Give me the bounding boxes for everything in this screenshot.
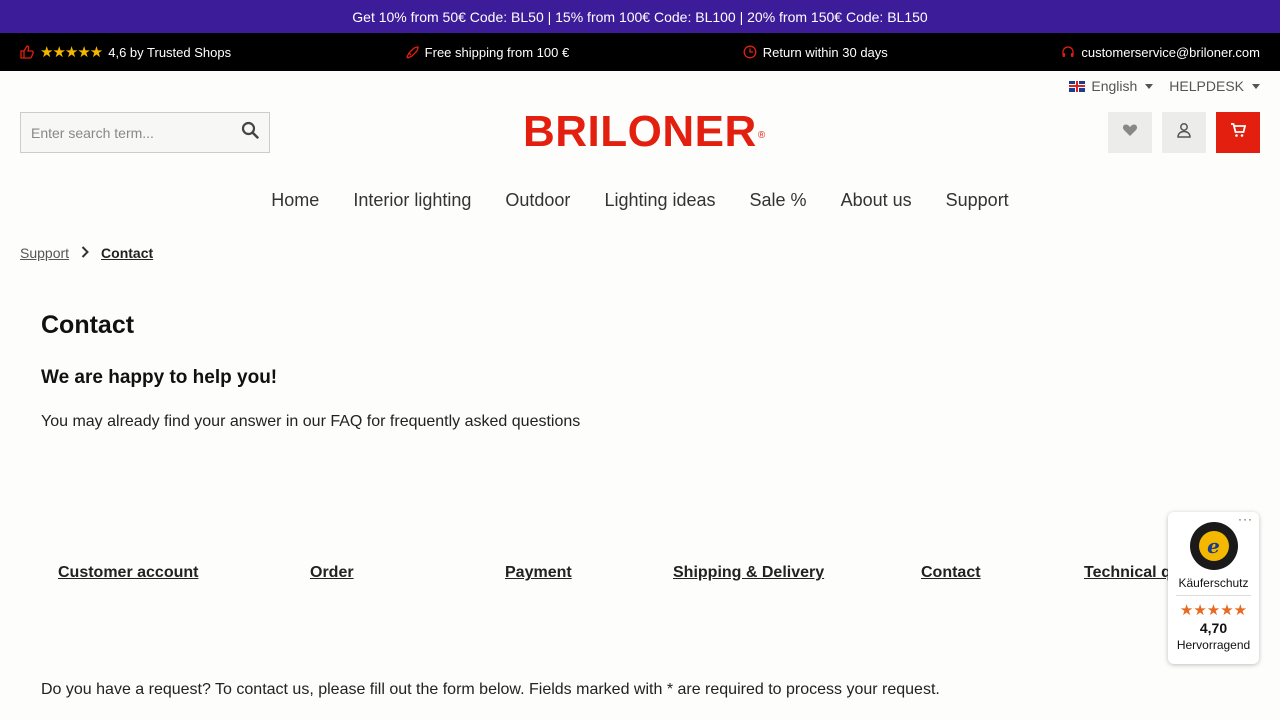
nav-item-outdoor[interactable]: Outdoor xyxy=(505,190,570,211)
faq-hint: You may already find your answer in our … xyxy=(41,413,581,430)
nav-item-interior-lighting[interactable]: Interior lighting xyxy=(353,190,471,211)
badge-stars: ★★★★★ xyxy=(1179,602,1248,619)
buyer-protection-label: Käuferschutz xyxy=(1178,576,1249,590)
trusted-shops-seal-icon: e xyxy=(1189,522,1238,570)
usp-email[interactable]: customerservice@briloner.com xyxy=(1061,45,1260,60)
breadcrumb-support-link[interactable]: Support xyxy=(20,245,69,261)
account-button[interactable] xyxy=(1162,112,1206,153)
cart-icon xyxy=(1230,122,1247,143)
search-box xyxy=(20,112,270,153)
heart-icon xyxy=(1122,123,1138,142)
usp-returns: Return within 30 days xyxy=(743,45,888,60)
rating-stars: ★★★★★ xyxy=(40,44,103,61)
usp-rating[interactable]: ★★★★★ 4,6 by Trusted Shops xyxy=(20,43,231,61)
search-input[interactable] xyxy=(31,124,241,141)
user-icon xyxy=(1176,122,1192,143)
thumbs-up-icon xyxy=(20,45,34,59)
faq-link-order[interactable]: Order xyxy=(310,564,354,582)
shipping-text: Free shipping from 100 € xyxy=(424,44,570,60)
nav-item-sale[interactable]: Sale % xyxy=(750,190,807,211)
breadcrumb-current[interactable]: Contact xyxy=(101,245,153,261)
clock-icon xyxy=(743,45,757,59)
cart-button[interactable] xyxy=(1216,112,1260,153)
brand-name: BRILONER xyxy=(523,107,757,156)
headset-icon xyxy=(1061,45,1075,59)
badge-verdict: Hervorragend xyxy=(1176,638,1251,652)
search-icon[interactable] xyxy=(241,121,259,144)
faq-link-shipping-delivery[interactable]: Shipping & Delivery xyxy=(673,564,824,582)
uk-flag-icon xyxy=(1069,80,1086,92)
email-link[interactable]: customerservice@briloner.com xyxy=(1081,45,1260,60)
form-intro: Do you have a request? To contact us, pl… xyxy=(41,681,940,698)
usp-shipping: Free shipping from 100 € xyxy=(405,44,570,60)
nav-item-support[interactable]: Support xyxy=(946,190,1009,211)
nav-item-home[interactable]: Home xyxy=(271,190,319,211)
faq-link-contact[interactable]: Contact xyxy=(921,564,981,582)
seal-letter: e xyxy=(1198,531,1229,561)
language-dropdown[interactable]: English xyxy=(1069,78,1154,94)
page-title: Contact xyxy=(41,311,135,339)
language-label: English xyxy=(1091,78,1138,94)
helpdesk-label: HELPDESK xyxy=(1169,78,1244,94)
breadcrumb: Support Contact xyxy=(20,245,153,261)
rating-text: 4,6 by Trusted Shops xyxy=(108,44,232,60)
rocket-icon xyxy=(405,45,419,59)
main-nav: Home Interior lighting Outdoor Lighting … xyxy=(0,190,1280,211)
chevron-right-icon xyxy=(81,245,89,261)
brand-logo[interactable]: BRILONER ® xyxy=(523,107,765,156)
header-actions xyxy=(1108,112,1260,153)
promo-text: Get 10% from 50€ Code: BL50 | 15% from 1… xyxy=(352,8,928,25)
returns-text: Return within 30 days xyxy=(762,44,888,60)
nav-item-about-us[interactable]: About us xyxy=(841,190,912,211)
top-utility-nav: English HELPDESK xyxy=(1069,78,1260,94)
promo-banner[interactable]: Get 10% from 50€ Code: BL50 | 15% from 1… xyxy=(0,0,1280,33)
badge-divider xyxy=(1176,595,1251,596)
registered-mark: ® xyxy=(757,130,766,141)
nav-item-lighting-ideas[interactable]: Lighting ideas xyxy=(604,190,715,211)
wishlist-button[interactable] xyxy=(1108,112,1152,153)
chevron-down-icon xyxy=(1252,83,1260,89)
page-subtitle: We are happy to help you! xyxy=(41,367,278,388)
helpdesk-dropdown[interactable]: HELPDESK xyxy=(1169,78,1260,94)
chevron-down-icon xyxy=(1145,83,1154,89)
badge-score: 4,70 xyxy=(1199,620,1228,636)
faq-link-payment[interactable]: Payment xyxy=(505,564,572,582)
trusted-shops-badge[interactable]: ··· e Käuferschutz ★★★★★ 4,70 Hervorrage… xyxy=(1168,512,1259,664)
usp-bar: ★★★★★ 4,6 by Trusted Shops Free shipping… xyxy=(0,33,1280,71)
more-icon[interactable]: ··· xyxy=(1238,512,1253,526)
faq-link-customer-account[interactable]: Customer account xyxy=(58,564,198,582)
